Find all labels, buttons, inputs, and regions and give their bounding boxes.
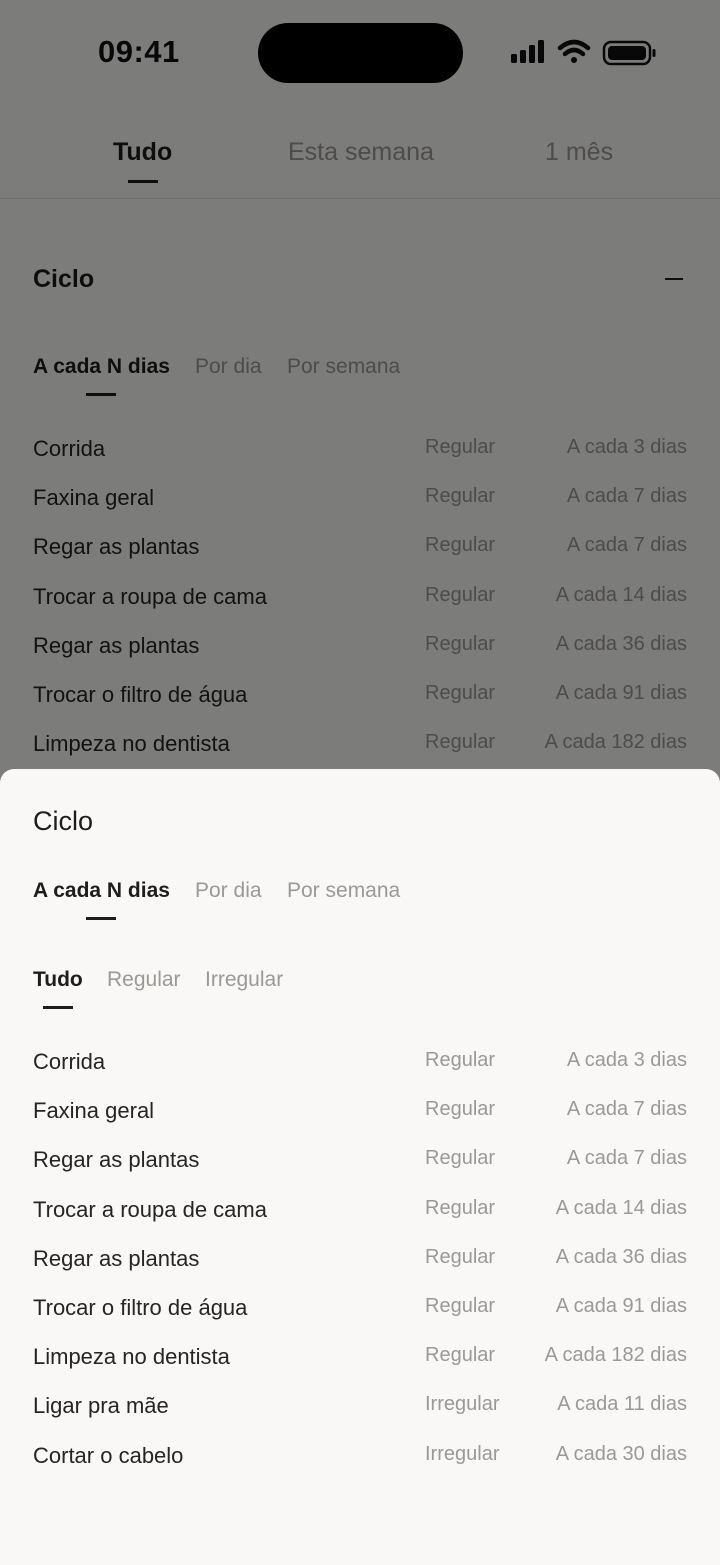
- list-item[interactable]: Trocar a roupa de cama Regular A cada 14…: [33, 1197, 687, 1246]
- task-name: Regar as plantas: [33, 1147, 200, 1173]
- task-type: Regular: [425, 1294, 496, 1317]
- tab-label: A cada N dias: [33, 879, 170, 902]
- task-type: Regular: [425, 1147, 496, 1170]
- list-item[interactable]: Faxina geral Regular A cada 7 dias: [33, 1098, 687, 1147]
- task-name: Regar as plantas: [33, 1245, 200, 1271]
- tab-label: Regular: [107, 968, 181, 991]
- tab-por-semana[interactable]: Por semana: [287, 879, 400, 903]
- task-type: Irregular: [425, 1442, 500, 1465]
- task-name: Corrida: [33, 1049, 106, 1074]
- sheet-filter-tabs: Tudo Regular Irregular: [33, 968, 533, 1028]
- filter-tudo[interactable]: Tudo: [33, 968, 83, 1009]
- tab-label: Irregular: [205, 968, 284, 991]
- task-name: Faxina geral: [33, 1098, 155, 1124]
- list-item[interactable]: Ligar pra mãe Irregular A cada 11 dias: [33, 1393, 687, 1442]
- task-cycle: A cada 182 dias: [544, 1344, 687, 1367]
- sheet-task-list: Corrida Regular A cada 3 dias Faxina ger…: [33, 1049, 687, 1492]
- task-cycle: A cada 3 dias: [566, 1049, 687, 1071]
- tab-por-dia[interactable]: Por dia: [195, 879, 262, 903]
- task-cycle: A cada 7 dias: [566, 1147, 687, 1170]
- task-name: Limpeza no dentista: [33, 1344, 230, 1370]
- task-type: Irregular: [425, 1393, 500, 1416]
- list-item[interactable]: Regar as plantas Regular A cada 36 dias: [33, 1246, 687, 1295]
- task-cycle: A cada 14 dias: [555, 1196, 687, 1219]
- sheet-title: Ciclo: [33, 806, 94, 836]
- tab-label: Por semana: [287, 879, 401, 902]
- tab-a-cada-n-dias[interactable]: A cada N dias: [33, 879, 170, 920]
- list-item[interactable]: Corrida Regular A cada 3 dias: [33, 1049, 687, 1098]
- task-type: Regular: [425, 1196, 496, 1219]
- active-tab-indicator: [42, 1006, 73, 1009]
- task-cycle: A cada 36 dias: [555, 1245, 687, 1268]
- list-item[interactable]: Trocar o filtro de água Regular A cada 9…: [33, 1295, 687, 1344]
- tab-label: Tudo: [33, 968, 83, 991]
- list-item[interactable]: Regar as plantas Regular A cada 7 dias: [33, 1147, 687, 1196]
- cycle-bottom-sheet: Ciclo A cada N dias Por dia Por semana T…: [0, 769, 720, 1565]
- list-item[interactable]: Cortar o cabelo Irregular A cada 30 dias: [33, 1443, 687, 1492]
- filter-regular[interactable]: Regular: [107, 968, 181, 992]
- task-name: Trocar a roupa de cama: [33, 1196, 267, 1222]
- task-type: Regular: [425, 1245, 496, 1268]
- task-name: Cortar o cabelo: [33, 1442, 184, 1468]
- task-cycle: A cada 30 dias: [555, 1442, 687, 1465]
- task-cycle: A cada 91 dias: [555, 1294, 687, 1317]
- task-type: Regular: [425, 1098, 496, 1121]
- task-name: Ligar pra mãe: [33, 1393, 169, 1419]
- task-name: Trocar o filtro de água: [33, 1294, 248, 1320]
- task-cycle: A cada 7 dias: [566, 1098, 687, 1121]
- task-type: Regular: [425, 1049, 496, 1071]
- list-item[interactable]: Limpeza no dentista Regular A cada 182 d…: [33, 1344, 687, 1393]
- task-cycle: A cada 11 dias: [557, 1393, 687, 1416]
- filter-irregular[interactable]: Irregular: [205, 968, 283, 992]
- task-type: Regular: [425, 1344, 496, 1367]
- tab-label: Por dia: [195, 879, 262, 902]
- sheet-cycle-mode-tabs: A cada N dias Por dia Por semana: [33, 879, 533, 939]
- active-tab-indicator: [86, 917, 117, 920]
